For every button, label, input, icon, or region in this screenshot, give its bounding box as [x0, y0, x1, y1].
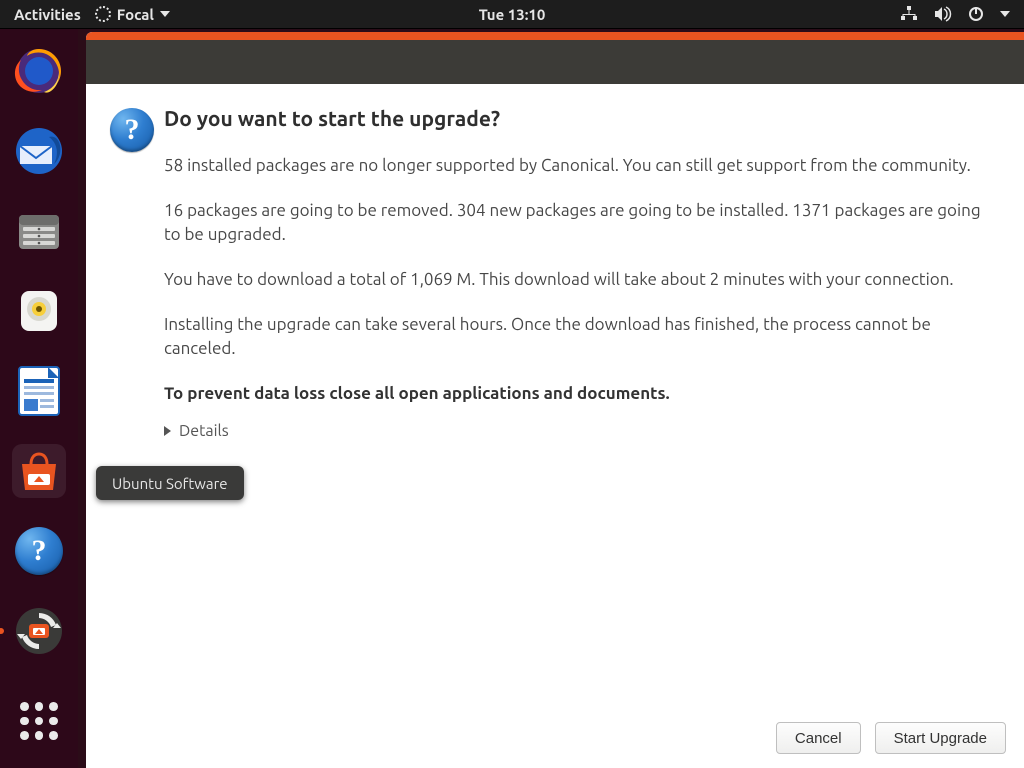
app-menu[interactable]: Focal	[95, 6, 170, 23]
chevron-down-icon	[160, 11, 170, 17]
top-bar: Activities Focal Tue 13:10	[0, 0, 1024, 28]
dock: ?	[0, 28, 78, 768]
running-indicator-icon	[0, 628, 4, 634]
focal-icon	[95, 6, 111, 22]
cancel-button[interactable]: Cancel	[776, 722, 861, 754]
dock-tooltip: Ubuntu Software	[96, 466, 244, 500]
dock-item-thunderbird[interactable]	[12, 124, 66, 178]
dialog-action-bar: Cancel Start Upgrade	[86, 712, 1024, 768]
start-upgrade-button[interactable]: Start Upgrade	[875, 722, 1006, 754]
dock-item-firefox[interactable]	[12, 44, 66, 98]
volume-icon	[934, 6, 952, 22]
dialog-warning: To prevent data loss close all open appl…	[164, 382, 990, 407]
window-titlebar[interactable]	[86, 40, 1024, 84]
clock[interactable]: Tue 13:10	[479, 6, 546, 23]
dialog-paragraph-4: Installing the upgrade can take several …	[164, 313, 990, 362]
dialog-title: Do you want to start the upgrade?	[164, 106, 990, 130]
dialog-paragraph-2: 16 packages are going to be removed. 304…	[164, 199, 990, 248]
help-icon: ?	[15, 527, 63, 575]
dock-item-rhythmbox[interactable]	[12, 284, 66, 338]
dialog-paragraph-1: 58 installed packages are no longer supp…	[164, 154, 990, 179]
details-expander[interactable]: Details	[164, 422, 990, 440]
dock-item-software-updater[interactable]	[12, 604, 66, 658]
network-icon	[900, 6, 918, 22]
dialog-content: Do you want to start the upgrade? 58 ins…	[164, 106, 990, 712]
app-menu-label: Focal	[117, 6, 154, 23]
upgrade-dialog-window: ? Do you want to start the upgrade? 58 i…	[86, 32, 1024, 768]
dialog-paragraph-3: You have to download a total of 1,069 M.…	[164, 268, 990, 293]
dock-item-ubuntu-software[interactable]	[12, 444, 66, 498]
details-label: Details	[179, 422, 229, 440]
dock-item-help[interactable]: ?	[12, 524, 66, 578]
power-icon	[968, 6, 984, 22]
triangle-right-icon	[164, 426, 171, 436]
status-area[interactable]	[900, 6, 1024, 22]
window-accent-bar	[86, 32, 1024, 40]
chevron-down-icon	[1000, 11, 1010, 17]
show-applications-button[interactable]	[12, 694, 66, 748]
question-icon: ?	[110, 108, 154, 152]
dock-item-files[interactable]	[12, 204, 66, 258]
dock-item-writer[interactable]	[12, 364, 66, 418]
activities-button[interactable]: Activities	[14, 6, 81, 23]
